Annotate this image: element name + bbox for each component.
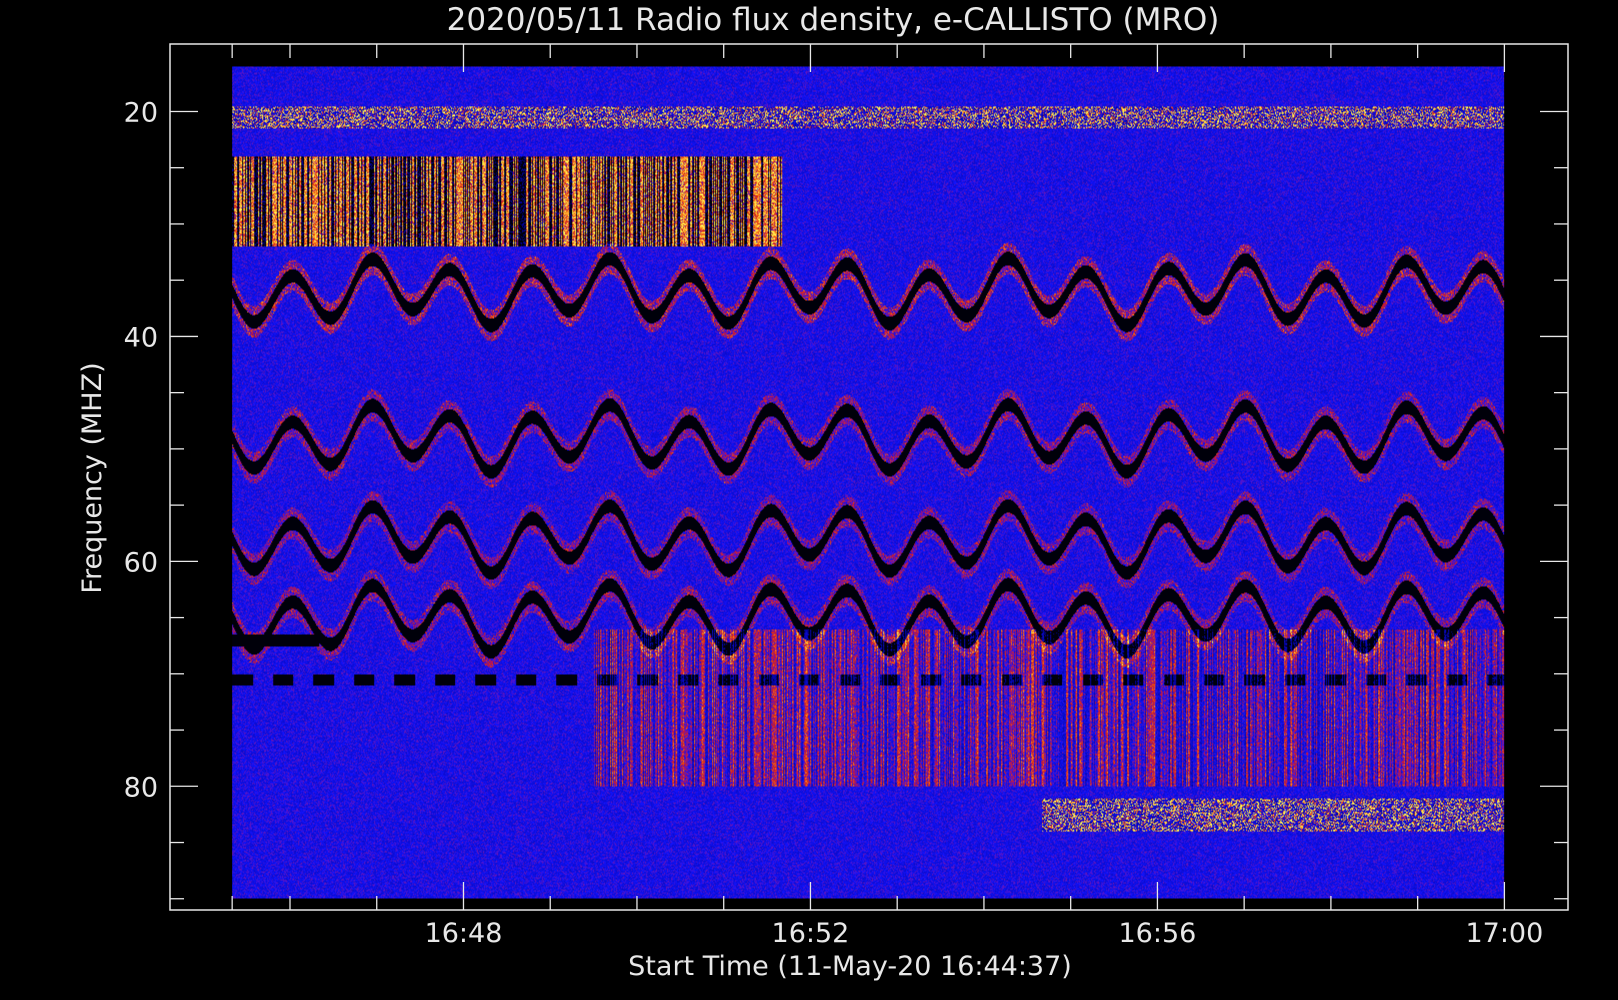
spectrogram-chart: 2020/05/11 Radio flux density, e-CALLIST… xyxy=(0,0,1618,1000)
y-tick-label: 80 xyxy=(124,772,158,803)
chart-title: 2020/05/11 Radio flux density, e-CALLIST… xyxy=(447,2,1220,38)
y-tick-label: 20 xyxy=(124,97,158,128)
x-tick-label: 16:52 xyxy=(772,918,850,949)
x-tick-label: 16:48 xyxy=(425,918,503,949)
x-axis-label: Start Time (11-May-20 16:44:37) xyxy=(628,951,1072,982)
x-tick-label: 16:56 xyxy=(1119,918,1197,949)
y-axis-label: Frequency (MHZ) xyxy=(77,362,108,593)
spectrogram-heatmap xyxy=(232,66,1505,899)
y-tick-label: 40 xyxy=(124,322,158,353)
x-tick-label: 17:00 xyxy=(1465,918,1543,949)
spectrogram-image xyxy=(232,66,1505,899)
y-tick-label: 60 xyxy=(124,547,158,578)
